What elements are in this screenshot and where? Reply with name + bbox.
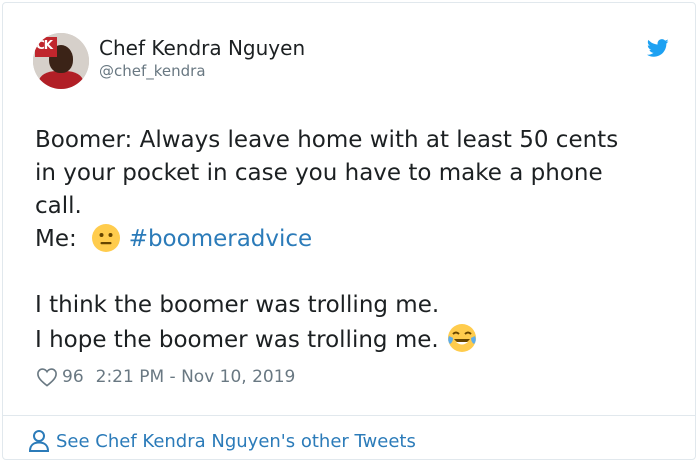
heart-icon[interactable]	[36, 367, 58, 387]
twitter-bird-icon[interactable]	[646, 37, 670, 59]
divider	[3, 415, 695, 416]
hashtag-link[interactable]: #boomeradvice	[129, 226, 313, 252]
tears-of-joy-icon	[448, 324, 477, 352]
tweet-line: call.	[35, 193, 82, 219]
other-tweets-link[interactable]: See Chef Kendra Nguyen's other Tweets	[28, 429, 416, 453]
other-tweets-link-label[interactable]: See Chef Kendra Nguyen's other Tweets	[56, 431, 416, 452]
tweet-meta: 96 2:21 PM - Nov 10, 2019	[36, 367, 295, 387]
tweet-line: I think the boomer was trolling me.	[35, 292, 440, 318]
tweet-line: Me:	[35, 226, 92, 252]
avatar-shirt	[39, 71, 83, 89]
tweet-line: Boomer: Always leave home with at least …	[35, 127, 619, 153]
like-count[interactable]: 96	[62, 367, 84, 387]
tweet-card: CK Chef Kendra Nguyen @chef_kendra Boome…	[2, 2, 696, 460]
author-handle[interactable]: @chef_kendra	[99, 62, 206, 80]
neutral-face-icon	[92, 224, 121, 252]
tweet-line: I hope the boomer was trolling me.	[35, 327, 439, 353]
avatar[interactable]: CK	[33, 33, 89, 89]
tweet-line: in your pocket in case you have to make …	[35, 160, 603, 186]
tweet-text: Boomer: Always leave home with at least …	[35, 124, 618, 357]
author-name[interactable]: Chef Kendra Nguyen	[99, 36, 305, 60]
timestamp[interactable]: 2:21 PM - Nov 10, 2019	[96, 367, 296, 387]
avatar-logo-text: CK	[36, 38, 53, 52]
person-icon	[28, 430, 50, 452]
